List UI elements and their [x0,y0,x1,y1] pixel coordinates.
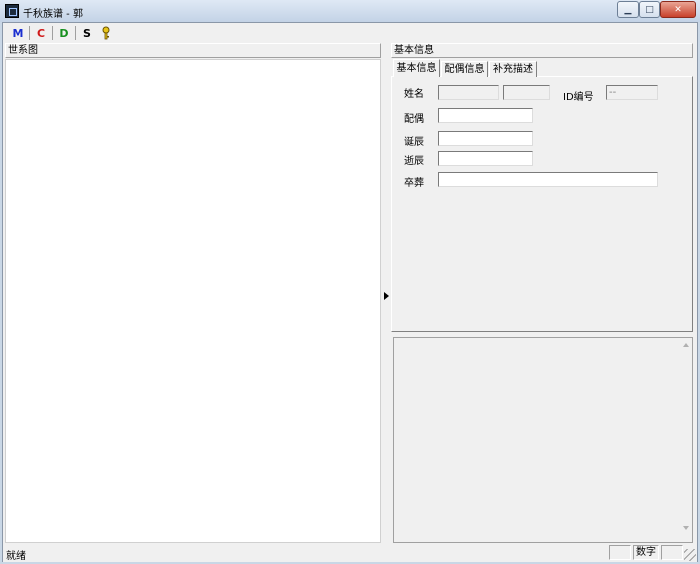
genealogy-tree-view[interactable] [5,59,381,543]
m-button-label: M [12,26,24,40]
minimize-icon: ▁ [624,4,632,15]
resize-grip-icon[interactable] [684,549,696,561]
collapse-arrow-icon[interactable] [384,292,389,300]
tab-supplementary[interactable]: 补充描述 [489,61,537,77]
status-text: 就绪 [6,551,26,562]
maximize-icon: □ [645,4,654,15]
scroll-up-icon[interactable] [683,343,689,347]
spouse-label: 配偶 [404,114,424,125]
toolbar-separator [52,26,53,40]
tab-basic-info[interactable]: 基本信息 [393,59,440,77]
status-cell-empty [661,545,683,560]
s-button-label: S [83,26,91,40]
c-button-label: C [36,26,46,40]
toolbar-separator [29,26,30,40]
status-cell-empty [609,545,631,560]
given-name-field[interactable] [503,85,550,100]
minimize-button[interactable]: ▁ [617,1,639,18]
close-button[interactable]: ✕ [660,1,696,18]
id-label: ID编号 [563,92,594,103]
scroll-down-icon[interactable] [683,526,689,530]
id-field[interactable] [606,85,658,100]
tab-spouse-info[interactable]: 配偶信息 [441,61,488,77]
tab-panel [391,76,693,332]
genealogy-tree-header: 世系图 [5,43,381,58]
key-help-icon [102,26,110,40]
toolbar: M C D S [4,24,696,42]
birth-field[interactable] [438,131,533,146]
description-textbox[interactable] [393,337,693,543]
window-title: 千秋族谱 - 郭 [23,9,83,20]
birth-label: 诞辰 [404,137,424,148]
death-label: 逝辰 [404,156,424,167]
m-button[interactable]: M [8,24,28,42]
burial-label: 卒葬 [404,178,424,189]
death-field[interactable] [438,151,533,166]
numlock-indicator: 数字 [633,545,659,560]
status-bar: 就绪 数字 [3,544,697,562]
help-button[interactable] [96,24,116,42]
basic-info-header: 基本信息 [391,43,693,58]
burial-field[interactable] [438,172,658,187]
toolbar-separator [75,26,76,40]
description-scrollbar[interactable] [680,338,692,542]
spouse-field[interactable] [438,108,533,123]
app-icon[interactable] [5,4,19,18]
d-button-label: D [59,26,69,40]
surname-field[interactable] [438,85,499,100]
title-bar [0,0,700,22]
c-button[interactable]: C [31,24,51,42]
d-button[interactable]: D [54,24,74,42]
s-button[interactable]: S [77,24,97,42]
name-label: 姓名 [404,89,424,100]
close-icon: ✕ [674,4,682,15]
maximize-button[interactable]: □ [639,1,660,18]
